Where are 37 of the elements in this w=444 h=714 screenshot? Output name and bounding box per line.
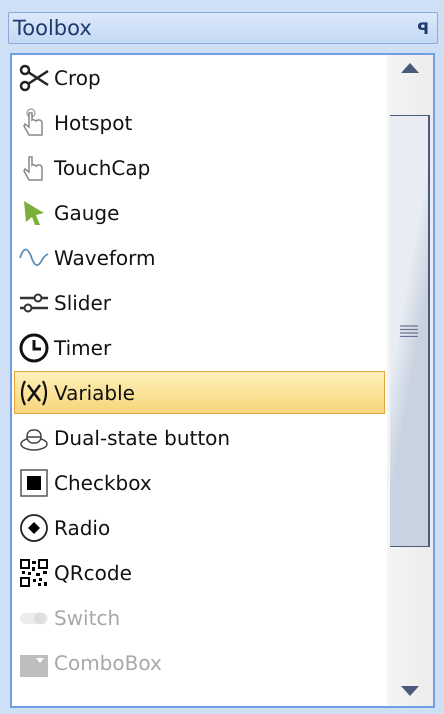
item-label: Gauge (54, 200, 120, 224)
checkbox-icon (18, 466, 50, 498)
toolbox-item[interactable]: Crop (14, 56, 385, 99)
item-label: Radio (54, 516, 110, 540)
item-label: Switch (54, 606, 120, 630)
scrollbar[interactable] (387, 55, 433, 706)
scroll-up-icon[interactable] (401, 63, 419, 73)
item-label: Checkbox (54, 470, 152, 494)
toolbox-item[interactable]: Slider (14, 281, 385, 324)
item-label: QRcode (54, 560, 132, 584)
toolbox-item[interactable]: Gauge (14, 191, 385, 234)
toolbox-item[interactable]: Variable (14, 371, 385, 414)
toolbox-item[interactable]: Waveform (14, 236, 385, 279)
scroll-down-icon[interactable] (401, 686, 419, 696)
item-label: ComboBox (54, 650, 162, 674)
item-label: Crop (54, 66, 101, 90)
clock-icon (18, 332, 50, 364)
item-label: TouchCap (54, 156, 150, 180)
toolbox-item[interactable]: Dual-state button (14, 416, 385, 459)
toolbox-item[interactable]: Hotspot (14, 101, 385, 144)
qr-code-icon (18, 556, 50, 588)
item-label: Timer (54, 336, 112, 360)
item-label: Dual-state button (54, 426, 230, 450)
toolbox-item[interactable]: Timer (14, 326, 385, 369)
item-label: Waveform (54, 246, 156, 270)
toolbox-item[interactable]: QRcode (14, 551, 385, 594)
radio-button-icon (18, 512, 50, 544)
item-label: Slider (54, 290, 112, 314)
item-label: Hotspot (54, 110, 132, 134)
toolbox-item[interactable]: Checkbox (14, 461, 385, 504)
toolbox-item[interactable]: Radio (14, 506, 385, 549)
pin-button[interactable]: ꟼ (417, 18, 429, 38)
item-label: Variable (54, 380, 135, 404)
grip-icon (400, 325, 418, 337)
scroll-thumb[interactable] (390, 115, 430, 547)
panel-title: Toolbox (13, 16, 92, 40)
toolbox-item[interactable]: TouchCap (14, 146, 385, 189)
